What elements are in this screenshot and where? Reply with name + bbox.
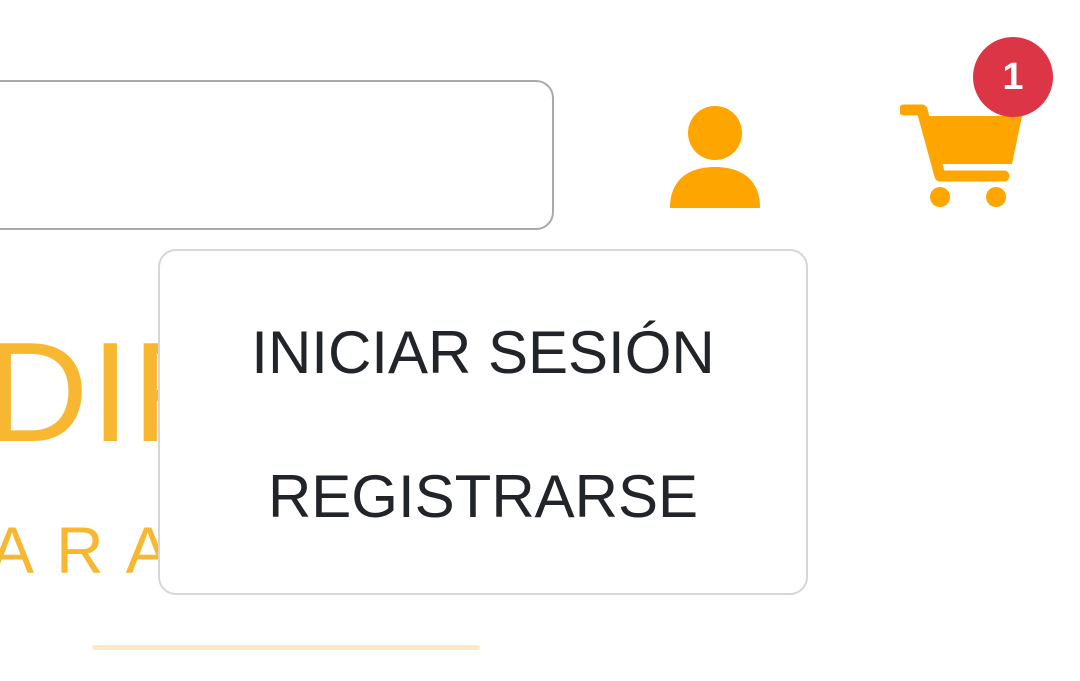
search-input[interactable] [0,80,554,230]
login-menu-item[interactable]: INICIAR SESIÓN [160,313,806,393]
cart-button[interactable] [900,100,1024,210]
page: 1 DIR ARA INICIAR SESIÓN REGISTRARSE [0,0,1080,681]
hero-divider [92,645,480,650]
user-icon [670,106,760,208]
cart-count-badge: 1 [973,37,1053,117]
account-dropdown-menu: INICIAR SESIÓN REGISTRARSE [158,249,808,595]
register-menu-item[interactable]: REGISTRARSE [160,457,806,537]
account-button[interactable] [668,104,762,210]
cart-icon [900,104,1022,207]
